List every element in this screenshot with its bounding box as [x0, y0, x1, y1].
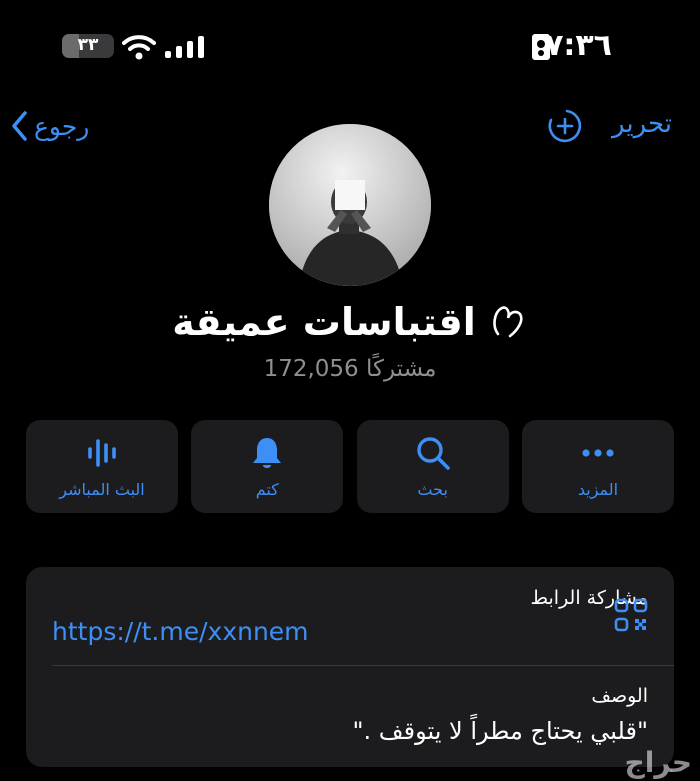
back-label: رجوع: [34, 111, 90, 141]
mute-label: كتم: [255, 480, 279, 499]
battery-level: ٣٣: [77, 35, 99, 55]
cellular-signal-icon: [165, 36, 205, 58]
description-label: الوصف: [591, 685, 648, 707]
search-icon: [416, 437, 450, 470]
mute-button[interactable]: كتم: [191, 420, 344, 513]
divider: [52, 665, 674, 666]
search-button[interactable]: بحث: [356, 420, 509, 513]
hand-heart-icon: [493, 306, 523, 338]
status-time: ٧:٣٦: [545, 28, 612, 63]
back-button[interactable]: رجوع: [10, 106, 89, 146]
info-card: مشاركة الرابط https://t.me/xxnnem الوصف …: [26, 567, 674, 767]
channel-name: اقتباسات عميقة: [172, 300, 476, 344]
live-stream-button[interactable]: البث المباشر: [26, 420, 178, 513]
chevron-left-icon: [12, 111, 27, 141]
search-label: بحث: [417, 480, 448, 499]
action-bar: البث المباشر كتم بحث المزيد: [26, 420, 674, 513]
more-label: المزيد: [577, 480, 619, 499]
channel-avatar[interactable]: [269, 124, 431, 286]
add-circle-icon[interactable]: [545, 106, 585, 146]
qr-code-icon[interactable]: [614, 598, 648, 632]
description-text: "قلبي يحتاج مطراً لا يتوقف .": [352, 717, 648, 745]
status-bar: ٣٣ ٧:٣٦: [0, 0, 700, 92]
more-icon: [582, 449, 614, 457]
bell-icon: [253, 438, 282, 468]
wifi-icon: [122, 35, 156, 60]
more-button[interactable]: المزيد: [521, 420, 674, 513]
haraj-watermark: حراج: [624, 746, 692, 779]
channel-link[interactable]: https://t.me/xxnnem: [52, 617, 309, 646]
live-waveform-icon: [88, 439, 116, 467]
live-stream-label: البث المباشر: [59, 480, 145, 499]
channel-title: اقتباسات عميقة: [0, 300, 700, 344]
edit-button[interactable]: تحرير: [612, 109, 672, 139]
battery-icon: ٣٣: [62, 34, 114, 58]
subscriber-count: 172,056 مشتركًا: [263, 356, 437, 382]
avatar-photo: [269, 124, 431, 286]
